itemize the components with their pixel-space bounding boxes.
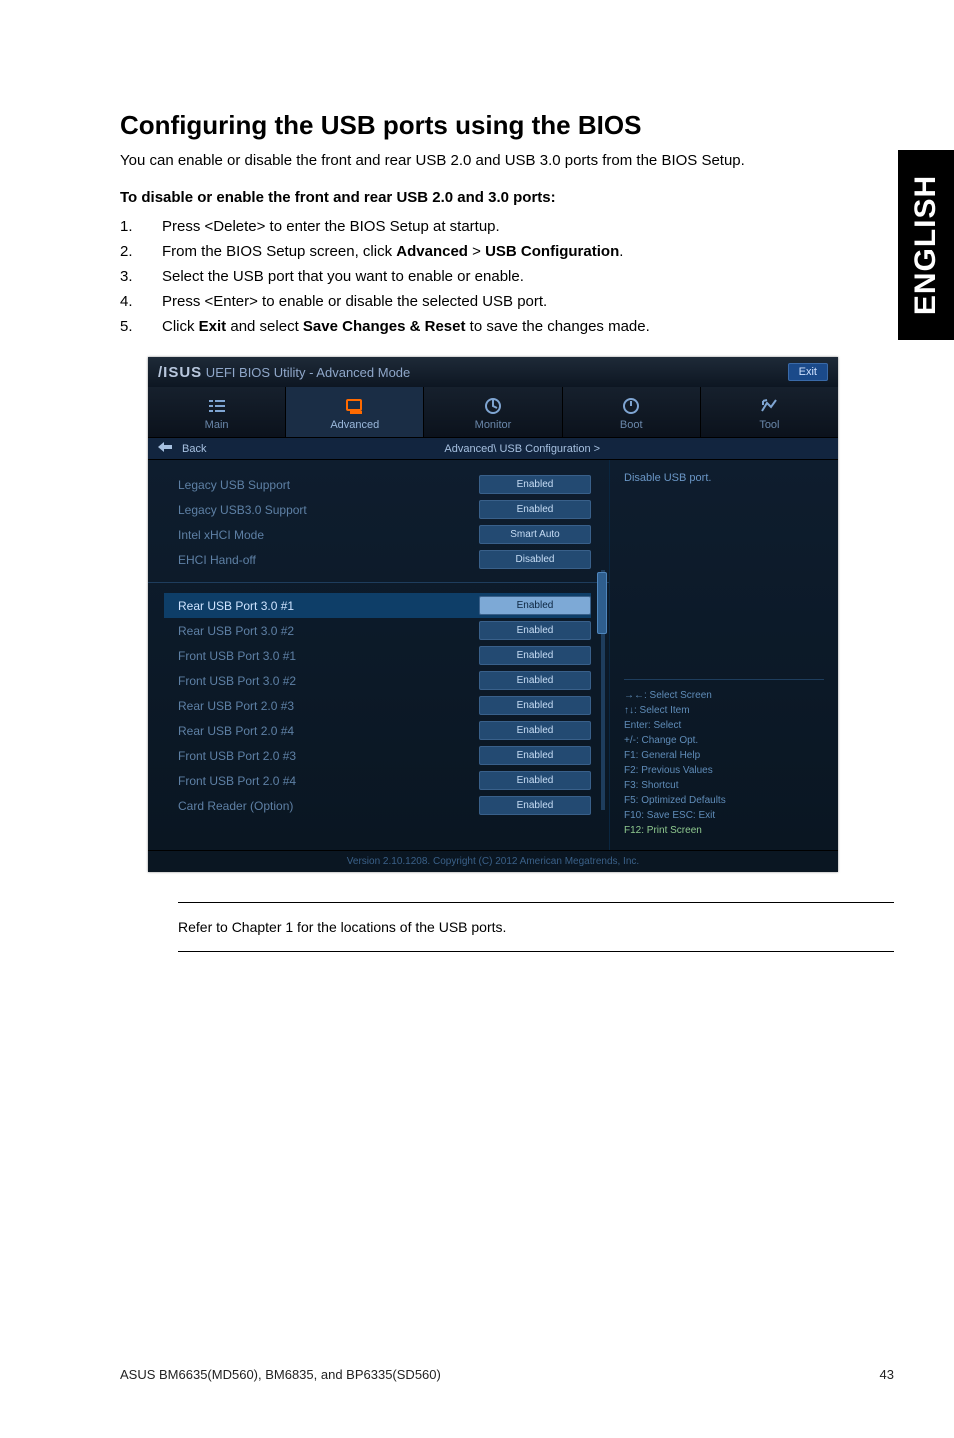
bios-setting-row[interactable]: Legacy USB3.0 SupportEnabled <box>178 497 591 522</box>
bios-setting-row[interactable]: Front USB Port 3.0 #2Enabled <box>178 668 591 693</box>
note-text: Refer to Chapter 1 for the locations of … <box>178 902 894 952</box>
bios-setting-row[interactable]: Card Reader (Option)Enabled <box>178 793 591 818</box>
step-item: 5.Click Exit and select Save Changes & R… <box>120 316 894 337</box>
page-content: Configuring the USB ports using the BIOS… <box>0 0 954 952</box>
tab-icon <box>483 397 503 415</box>
steps-list: 1.Press <Delete> to enter the BIOS Setup… <box>120 216 894 337</box>
value-badge[interactable]: Enabled <box>479 500 591 519</box>
value-badge[interactable]: Enabled <box>479 646 591 665</box>
tab-icon <box>207 397 227 415</box>
value-badge[interactable]: Enabled <box>479 746 591 765</box>
bios-setting-row[interactable]: Rear USB Port 3.0 #1Enabled <box>164 593 591 618</box>
bios-exit-button[interactable]: Exit <box>788 363 828 381</box>
bios-setting-row[interactable]: Front USB Port 2.0 #3Enabled <box>178 743 591 768</box>
bios-breadcrumb-bar: Back Advanced\ USB Configuration > <box>148 438 838 460</box>
intro-paragraph: You can enable or disable the front and … <box>120 151 894 171</box>
value-badge[interactable]: Enabled <box>479 796 591 815</box>
step-item: 2.From the BIOS Setup screen, click Adva… <box>120 241 894 262</box>
value-badge[interactable]: Enabled <box>479 771 591 790</box>
bios-setting-row[interactable]: Legacy USB SupportEnabled <box>178 472 591 497</box>
bios-tab-monitor[interactable]: Monitor <box>424 387 562 437</box>
subheading: To disable or enable the front and rear … <box>120 189 894 206</box>
value-badge[interactable]: Enabled <box>479 721 591 740</box>
bios-footer: Version 2.10.1208. Copyright (C) 2012 Am… <box>148 850 838 872</box>
value-badge[interactable]: Enabled <box>479 621 591 640</box>
bios-settings-panel: Legacy USB SupportEnabledLegacy USB3.0 S… <box>148 460 609 850</box>
value-badge[interactable]: Smart Auto <box>479 525 591 544</box>
page-title: Configuring the USB ports using the BIOS <box>120 110 894 141</box>
bios-setting-row[interactable]: Front USB Port 2.0 #4Enabled <box>178 768 591 793</box>
value-badge[interactable]: Enabled <box>479 671 591 690</box>
note-row: Refer to Chapter 1 for the locations of … <box>148 902 894 952</box>
footer-page-number: 43 <box>880 1367 894 1382</box>
value-badge[interactable]: Disabled <box>479 550 591 569</box>
bios-tab-main[interactable]: Main <box>148 387 286 437</box>
tab-icon <box>621 397 641 415</box>
bios-tab-advanced[interactable]: Advanced <box>286 387 424 437</box>
back-label[interactable]: Back <box>182 443 206 455</box>
step-item: 1.Press <Delete> to enter the BIOS Setup… <box>120 216 894 237</box>
value-badge[interactable]: Enabled <box>479 475 591 494</box>
bios-tab-row: MainAdvancedMonitorBootTool <box>148 387 838 438</box>
footer-left: ASUS BM6635(MD560), BM6835, and BP6335(S… <box>120 1367 441 1382</box>
divider <box>148 582 609 583</box>
step-item: 3.Select the USB port that you want to e… <box>120 266 894 287</box>
scrollbar-thumb[interactable] <box>597 572 607 634</box>
bios-body: Legacy USB SupportEnabledLegacy USB3.0 S… <box>148 460 838 850</box>
bios-setting-row[interactable]: Front USB Port 3.0 #1Enabled <box>178 643 591 668</box>
bios-screenshot: /ISUS UEFI BIOS Utility - Advanced Mode … <box>148 357 838 872</box>
bios-tab-boot[interactable]: Boot <box>563 387 701 437</box>
back-arrow-icon[interactable] <box>158 442 172 455</box>
bios-help-keys: →←: Select Screen↑↓: Select ItemEnter: S… <box>624 679 824 838</box>
bios-title: /ISUS UEFI BIOS Utility - Advanced Mode <box>158 364 410 381</box>
tab-icon <box>345 397 365 415</box>
bios-titlebar: /ISUS UEFI BIOS Utility - Advanced Mode … <box>148 357 838 387</box>
tab-icon <box>759 397 779 415</box>
bios-setting-row[interactable]: Rear USB Port 2.0 #4Enabled <box>178 718 591 743</box>
bios-setting-row[interactable]: Intel xHCI ModeSmart Auto <box>178 522 591 547</box>
bios-breadcrumb: Advanced\ USB Configuration > <box>216 443 828 455</box>
bios-setting-row[interactable]: Rear USB Port 2.0 #3Enabled <box>178 693 591 718</box>
bios-setting-row[interactable]: Rear USB Port 3.0 #2Enabled <box>178 618 591 643</box>
step-item: 4.Press <Enter> to enable or disable the… <box>120 291 894 312</box>
value-badge[interactable]: Enabled <box>479 596 591 615</box>
value-badge[interactable]: Enabled <box>479 696 591 715</box>
bios-hint: Disable USB port. <box>624 472 824 484</box>
bios-help-panel: Disable USB port. →←: Select Screen↑↓: S… <box>609 460 838 850</box>
bios-setting-row[interactable]: EHCI Hand-offDisabled <box>178 547 591 572</box>
bios-tab-tool[interactable]: Tool <box>701 387 838 437</box>
page-footer: ASUS BM6635(MD560), BM6835, and BP6335(S… <box>120 1367 894 1382</box>
